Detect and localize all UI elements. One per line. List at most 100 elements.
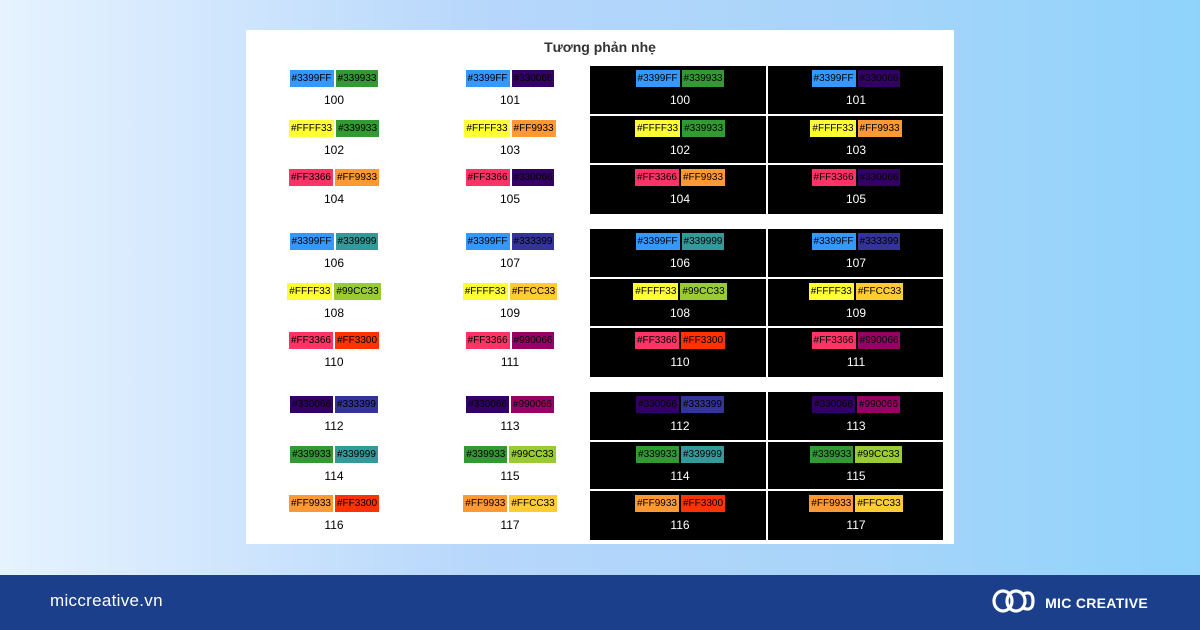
footer-bar: miccreative.vn MIC CREATIVE bbox=[0, 575, 1200, 630]
color-pair: #FFFF33 #FF9933 bbox=[422, 119, 598, 137]
color-pair: #FFFF33 #99CC33 bbox=[592, 281, 768, 301]
swatch-number: 110 bbox=[670, 355, 690, 369]
swatch-b: #990066 bbox=[511, 332, 555, 349]
swatch-b: #330066 bbox=[511, 169, 555, 186]
swatch-cell-106: #3399FF #339999 106 bbox=[246, 229, 422, 277]
swatch-b: #99CC33 bbox=[509, 445, 556, 463]
color-pair: #FF3366 #990066 bbox=[768, 331, 944, 350]
swatch-number: 101 bbox=[845, 93, 867, 107]
swatch-cell-108: #FFFF33 #99CC33 108 bbox=[592, 279, 768, 327]
swatch-cell-101: #3399FF #330066 101 bbox=[422, 66, 598, 114]
swatch-cell-111: #FF3366 #990066 111 bbox=[422, 328, 598, 376]
color-pair: #3399FF #339999 bbox=[246, 233, 422, 250]
swatch-number: 116 bbox=[670, 518, 690, 532]
brand[interactable]: MIC CREATIVE bbox=[989, 587, 1148, 619]
color-pair: #FFFF33 #339933 bbox=[592, 118, 768, 138]
color-pair: #FF9933 #FF3300 bbox=[592, 494, 768, 513]
swatch-b: #FFCC33 bbox=[854, 494, 904, 513]
swatch-b: #FF3300 bbox=[679, 331, 727, 350]
swatch-a: #FF9933 bbox=[288, 495, 333, 512]
swatch-cell-115: #339933 #99CC33 115 bbox=[422, 442, 598, 490]
swatch-cell-107: #3399FF #333399 107 bbox=[422, 229, 598, 277]
color-pair: #330066 #333399 bbox=[592, 395, 768, 414]
swatch-a: #3399FF bbox=[810, 232, 857, 251]
dark-vertical-divider bbox=[766, 229, 768, 377]
swatch-b: #330066 bbox=[511, 70, 555, 87]
dark-panel-2: #3399FF #339999 106 #3399FF #333399 107 #FFFF3… bbox=[590, 229, 943, 377]
dark-vertical-divider bbox=[766, 66, 768, 214]
swatch-number: 110 bbox=[324, 355, 344, 369]
swatch-b: #339933 bbox=[335, 70, 379, 87]
swatch-a: #FFFF33 bbox=[807, 281, 855, 301]
swatch-cell-109: #FFFF33 #FFCC33 109 bbox=[422, 279, 598, 327]
color-pair: #FF3366 #330066 bbox=[768, 168, 944, 187]
color-pair: #FF3366 #FF3300 bbox=[592, 331, 768, 350]
swatch-number: 106 bbox=[323, 256, 345, 270]
dark-vertical-divider bbox=[766, 392, 768, 540]
swatch-number: 109 bbox=[499, 305, 521, 320]
color-pair: #339933 #339999 bbox=[592, 444, 768, 464]
swatch-cell-107: #3399FF #333399 107 bbox=[768, 229, 944, 277]
dark-horizontal-divider bbox=[590, 277, 943, 279]
swatch-number: 111 bbox=[846, 355, 866, 369]
swatch-cell-103: #FFFF33 #FF9933 103 bbox=[422, 116, 598, 164]
swatch-cell-104: #FF3366 #FF9933 104 bbox=[246, 165, 422, 213]
swatch-number: 107 bbox=[499, 256, 521, 270]
swatch-cell-105: #FF3366 #330066 105 bbox=[768, 165, 944, 213]
swatch-a: #3399FF bbox=[289, 233, 334, 250]
swatch-a: #FF3366 bbox=[465, 169, 510, 186]
color-pair: #FF3366 #FF3300 bbox=[246, 332, 422, 349]
color-pair: #FFFF33 #99CC33 bbox=[246, 282, 422, 300]
swatch-number: 107 bbox=[845, 256, 867, 270]
swatch-a: #FF3366 bbox=[633, 168, 681, 187]
color-pair: #3399FF #339933 bbox=[592, 69, 768, 88]
color-pair: #FF9933 #FFCC33 bbox=[422, 495, 598, 512]
swatch-number: 109 bbox=[845, 305, 867, 320]
swatch-cell-101: #3399FF #330066 101 bbox=[768, 66, 944, 114]
swatch-number: 102 bbox=[669, 142, 691, 157]
swatch-b: #339999 bbox=[335, 445, 378, 463]
swatch-number: 115 bbox=[846, 468, 866, 483]
swatch-a: #330066 bbox=[811, 395, 856, 414]
swatch-cell-112: #330066 #333399 112 bbox=[246, 392, 422, 440]
color-pair: #FF9933 #FFCC33 bbox=[768, 494, 944, 513]
swatch-a: #FFFF33 bbox=[809, 118, 857, 138]
swatch-b: #333399 bbox=[680, 395, 725, 414]
swatch-cell-111: #FF3366 #990066 111 bbox=[768, 328, 944, 376]
dark-horizontal-divider bbox=[590, 440, 943, 442]
color-pair: #FF9933 #FF3300 bbox=[246, 495, 422, 512]
color-pair: #FF3366 #330066 bbox=[422, 169, 598, 186]
swatch-a: #330066 bbox=[290, 396, 333, 413]
swatch-cell-113: #330066 #990066 113 bbox=[422, 392, 598, 440]
swatch-a: #3399FF bbox=[465, 70, 510, 87]
dark-horizontal-divider bbox=[590, 163, 943, 165]
swatch-b: #99CC33 bbox=[679, 281, 728, 301]
swatch-number: 103 bbox=[499, 142, 521, 157]
swatch-cell-110: #FF3366 #FF3300 110 bbox=[246, 328, 422, 376]
swatch-number: 111 bbox=[500, 355, 520, 369]
swatch-a: #FF3366 bbox=[288, 169, 333, 186]
swatch-number: 103 bbox=[845, 142, 867, 157]
swatch-a: #339933 bbox=[464, 445, 508, 463]
swatch-b: #FF3300 bbox=[335, 332, 380, 349]
color-pair: #339933 #99CC33 bbox=[422, 445, 598, 463]
color-pair: #3399FF #333399 bbox=[768, 232, 944, 251]
swatch-a: #FFFF33 bbox=[633, 118, 682, 138]
dark-panel-3: #330066 #333399 112 #330066 #990066 113 #33993… bbox=[590, 392, 943, 540]
site-link[interactable]: miccreative.vn bbox=[50, 591, 163, 611]
swatch-a: #339933 bbox=[290, 445, 333, 463]
swatch-b: #FFCC33 bbox=[854, 281, 905, 301]
swatch-number: 116 bbox=[324, 518, 344, 532]
swatch-b: #990066 bbox=[856, 395, 901, 414]
swatch-b: #339999 bbox=[680, 232, 726, 251]
swatch-a: #FF3366 bbox=[810, 168, 857, 187]
swatch-cell-103: #FFFF33 #FF9933 103 bbox=[768, 116, 944, 164]
color-pair: #339933 #99CC33 bbox=[768, 444, 944, 464]
swatch-b: #990066 bbox=[856, 331, 902, 350]
color-pair: #330066 #333399 bbox=[246, 396, 422, 413]
dark-horizontal-divider bbox=[590, 489, 943, 491]
dark-panel-1: #3399FF #339933 100 #3399FF #330066 101 #FFFF3… bbox=[590, 66, 943, 214]
light-panel-1: #3399FF #339933 100 #3399FF #330066 101 #FFFF3… bbox=[246, 66, 590, 214]
swatch-number: 105 bbox=[845, 192, 867, 206]
mic-creative-logo-icon bbox=[989, 586, 1037, 621]
